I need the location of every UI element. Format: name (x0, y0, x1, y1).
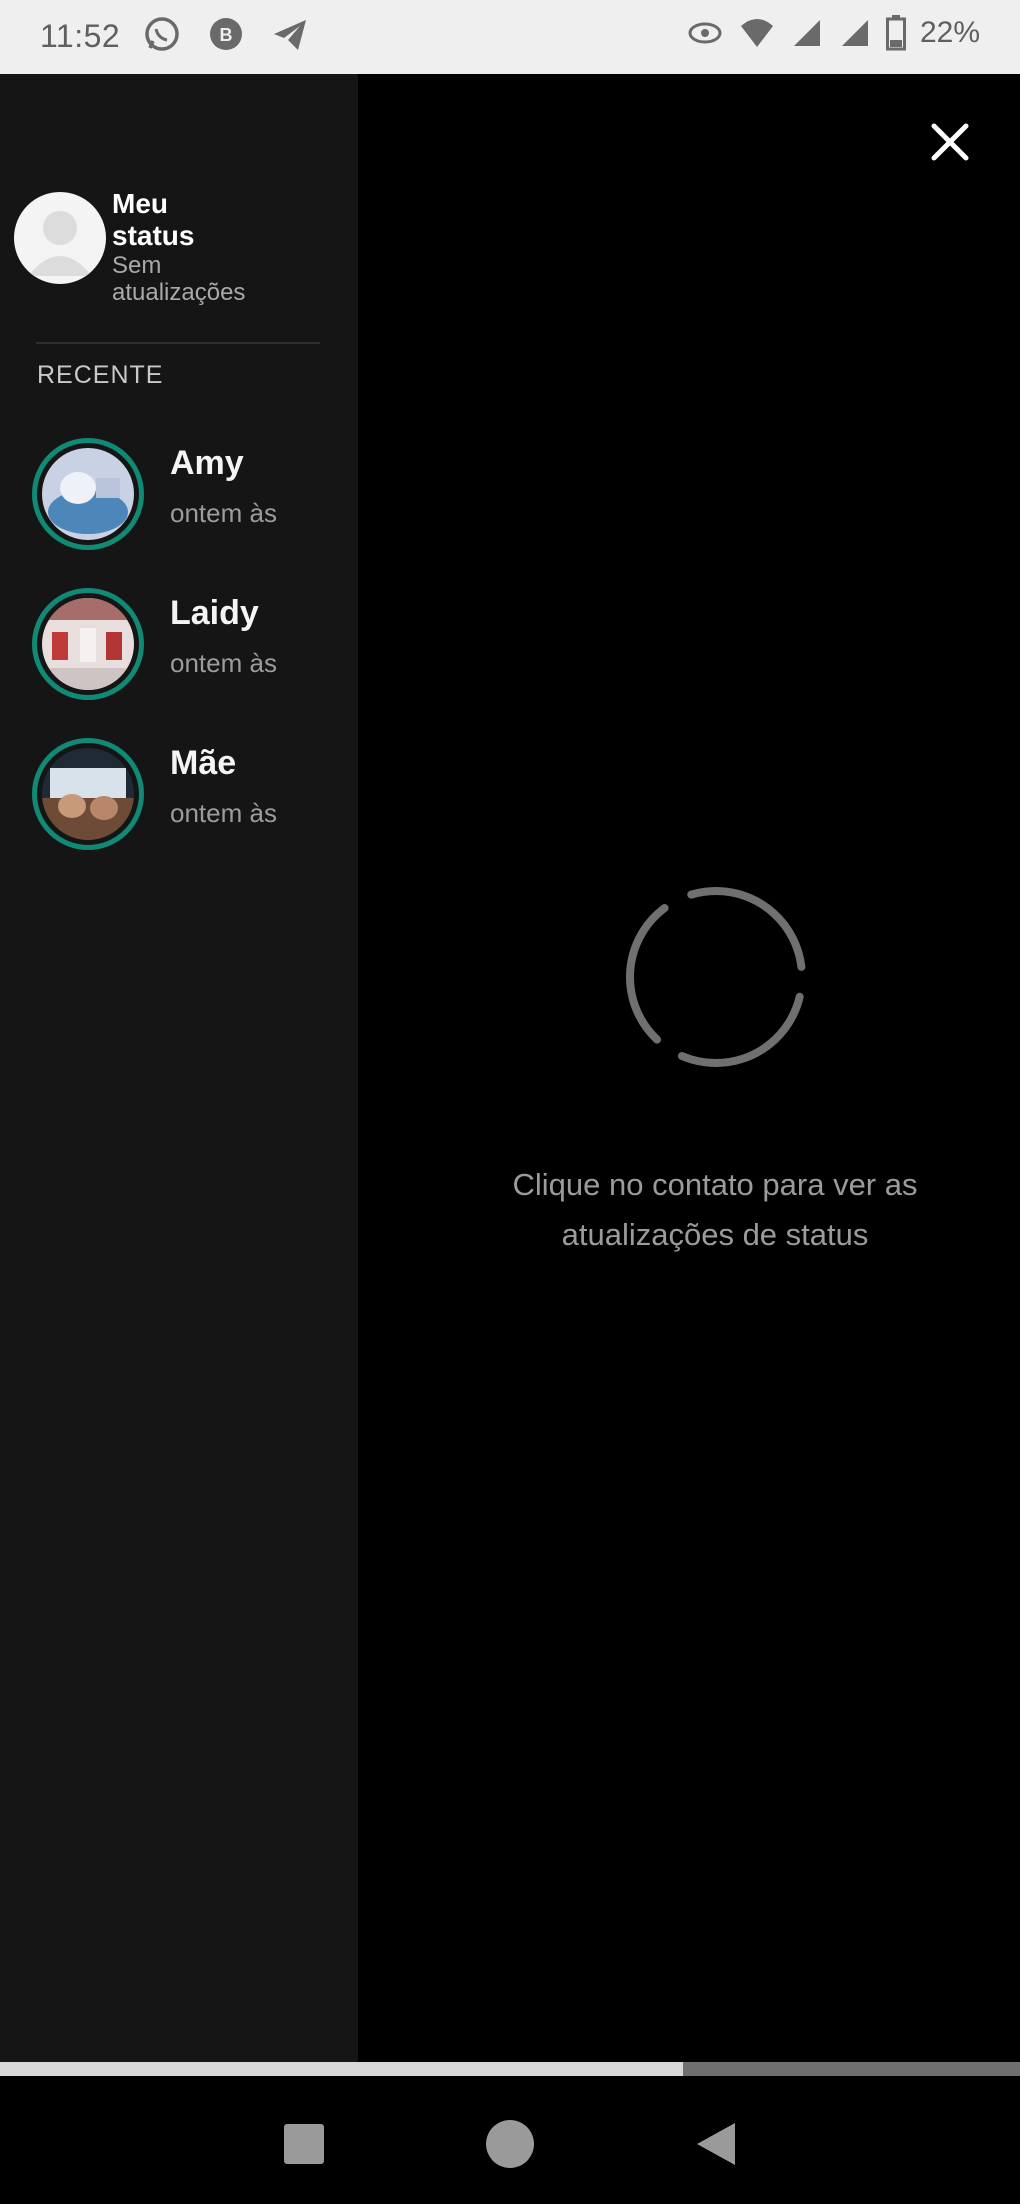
status-progress-bar (0, 2062, 1020, 2076)
wifi-icon (740, 19, 773, 47)
signal-icon-2 (841, 20, 868, 46)
status-time: 11:52 (40, 18, 121, 54)
whatsapp-icon (145, 17, 179, 51)
whatsapp-business-icon: B (210, 18, 242, 50)
recents-button[interactable] (244, 2084, 364, 2204)
close-icon (931, 123, 969, 161)
home-button[interactable] (450, 2084, 570, 2204)
contact-name: Amy (170, 444, 244, 482)
contact-item-mae[interactable]: Mãe ontem às (0, 738, 358, 868)
section-label-recent: RECENTE (37, 361, 164, 389)
close-button[interactable] (926, 118, 974, 166)
status-ring (32, 588, 144, 700)
signal-icon (793, 20, 820, 46)
loading-spinner-icon (626, 887, 806, 1067)
eye-icon (688, 22, 722, 44)
notification-icons: B (140, 12, 312, 56)
battery-icon (885, 15, 906, 51)
divider (36, 342, 320, 344)
my-status[interactable]: Meu status Sem atualizações (12, 184, 352, 314)
contact-avatar (42, 448, 134, 540)
my-status-subtitle: Sem atualizações (112, 252, 246, 306)
contact-time: ontem às (170, 498, 277, 528)
my-status-title: Meu status (112, 188, 195, 251)
my-avatar (14, 192, 106, 284)
svg-text:B: B (220, 25, 233, 45)
contact-name: Mãe (170, 744, 237, 782)
status-sidebar: Meu status Sem atualizações RECENTE Amy … (0, 74, 358, 2064)
contact-item-amy[interactable]: Amy ontem às (0, 438, 358, 568)
telegram-icon (274, 20, 306, 50)
square-icon (284, 2124, 324, 2164)
back-triangle-icon (697, 2123, 735, 2165)
status-progress-fill (0, 2062, 684, 2076)
status-ring (32, 738, 144, 850)
contact-avatar (42, 748, 134, 840)
status-bar: 11:52 B 22% (0, 0, 1020, 74)
contact-time: ontem às (170, 798, 277, 828)
status-ring (32, 438, 144, 550)
circle-icon (486, 2120, 534, 2168)
contact-time: ontem às (170, 648, 277, 678)
navigation-bar (0, 2084, 1020, 2204)
contact-item-laidy[interactable]: Laidy ontem às (0, 588, 358, 718)
system-icons: 22% (686, 14, 980, 52)
contact-avatar (42, 598, 134, 690)
contact-name: Laidy (170, 594, 259, 632)
back-button[interactable] (656, 2084, 776, 2204)
empty-state-hint: Clique no contato para ver as atualizaçõ… (512, 1167, 918, 1252)
battery-percent: 22% (919, 16, 980, 49)
default-avatar-icon (28, 211, 92, 276)
